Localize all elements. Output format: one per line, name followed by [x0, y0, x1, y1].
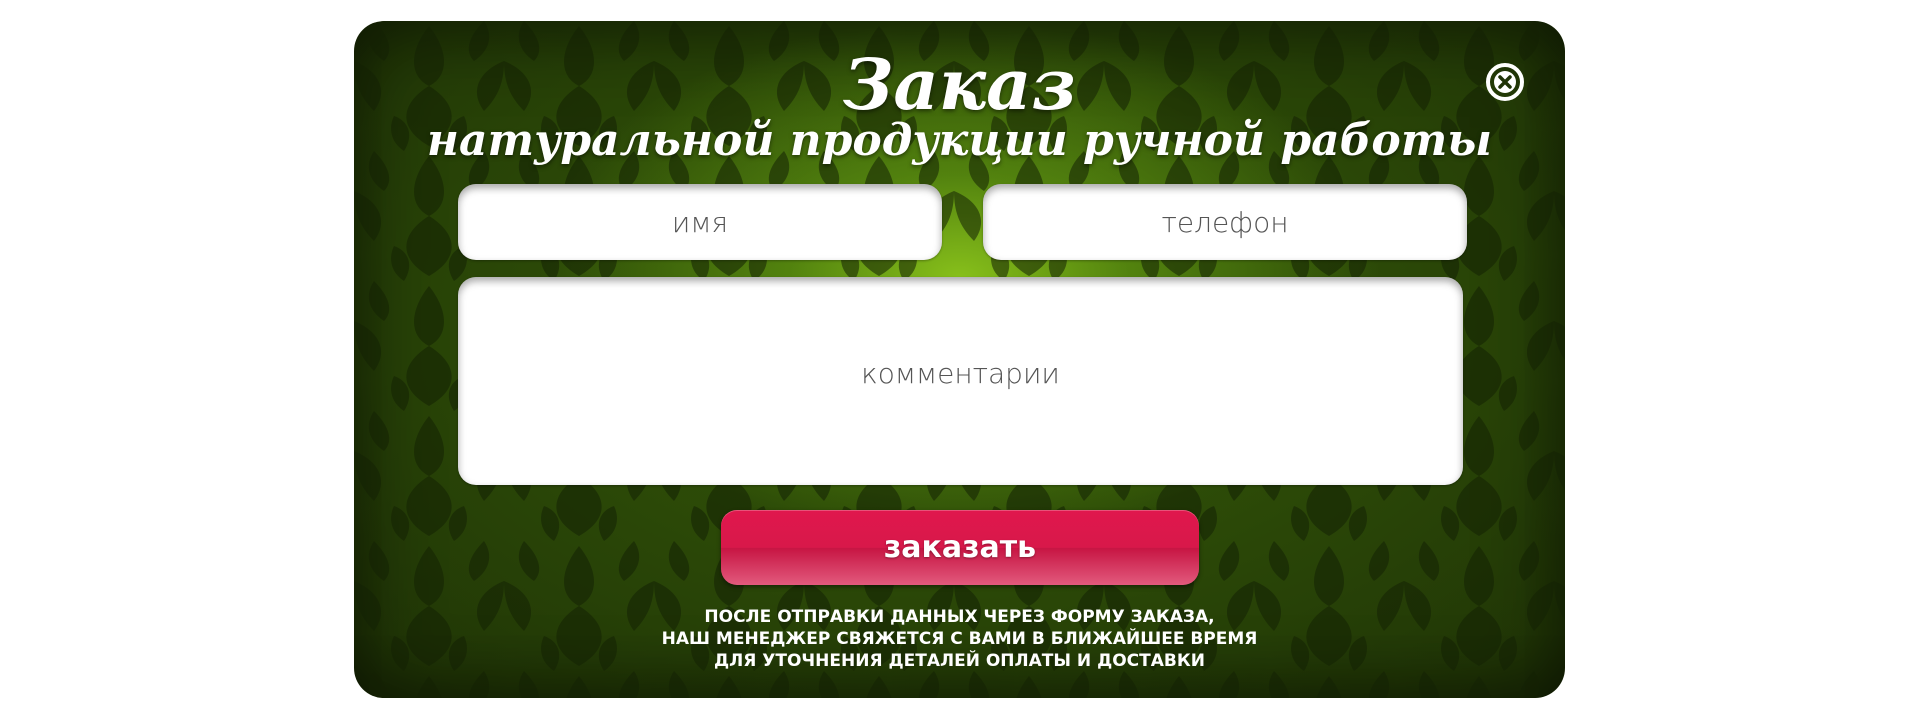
order-modal: Заказ натуральной продукции ручной работ… — [354, 21, 1565, 698]
notice-line-2: НАШ МЕНЕДЖЕР СВЯЖЕТСЯ С ВАМИ В БЛИЖАЙШЕЕ… — [661, 629, 1258, 649]
modal-subtitle: натуральной продукции ручной работы — [426, 115, 1493, 166]
notice-line-3: ДЛЯ УТОЧНЕНИЯ ДЕТАЛЕЙ ОПЛАТЫ И ДОСТАВКИ — [714, 651, 1205, 671]
modal-title: Заказ — [842, 43, 1077, 126]
notice-line-1: ПОСЛЕ ОТПРАВКИ ДАННЫХ ЧЕРЕЗ ФОРМУ ЗАКАЗА… — [704, 607, 1215, 627]
close-icon[interactable] — [1485, 62, 1525, 102]
order-submit-button[interactable]: заказать — [721, 510, 1199, 585]
phone-input[interactable] — [983, 184, 1467, 260]
order-notice: ПОСЛЕ ОТПРАВКИ ДАННЫХ ЧЕРЕЗ ФОРМУ ЗАКАЗА… — [354, 606, 1565, 672]
comment-textarea[interactable] — [458, 277, 1463, 485]
name-input[interactable] — [458, 184, 942, 260]
